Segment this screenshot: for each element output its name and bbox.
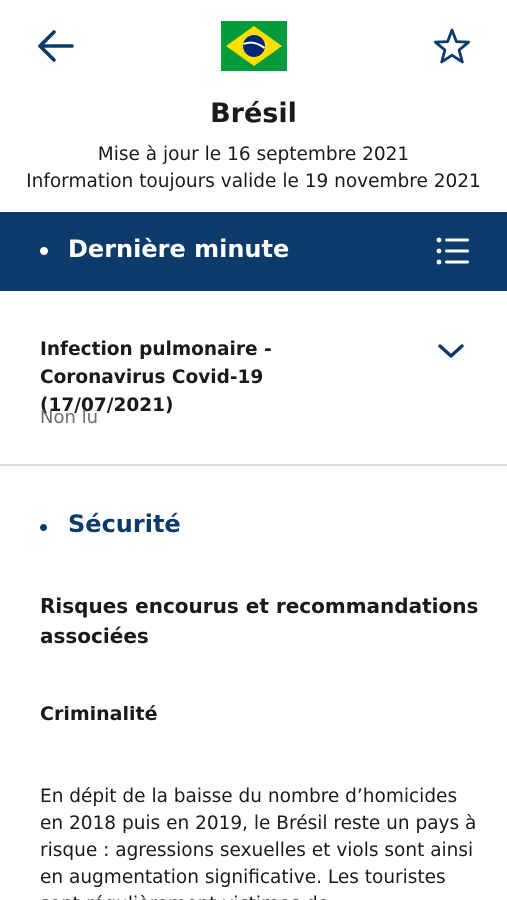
star-outline-icon [434,28,470,64]
update-date: Mise à jour le 16 septembre 2021 [97,144,410,165]
crime-paragraph: En dépit de la baisse du nombre d’homici… [40,786,477,900]
top-bar [0,0,507,100]
bullet-dot [40,247,48,255]
favorite-button[interactable] [428,22,476,70]
crime-heading: Criminalité [40,703,158,725]
latest-news-item[interactable]: Infection pulmonaire - Coronavirus Covid… [0,291,507,465]
country-title: Brésil [210,98,297,129]
last-minute-banner[interactable]: Dernière minute [0,212,507,291]
country-page: Brésil Mise à jour le 16 septembre 2021 … [0,0,507,900]
brazil-flag-icon [221,21,287,71]
arrow-left-icon [38,30,74,62]
banner-title: Dernière minute [68,235,290,263]
risks-subheading: Risques encourus et recommandations asso… [40,594,479,648]
chevron-down-icon[interactable] [436,341,466,361]
list-menu-icon[interactable] [436,236,470,266]
validity-date: Information toujours valide le 19 novemb… [26,171,481,192]
back-button[interactable] [32,24,80,68]
bullet-dot [40,524,47,531]
divider [0,464,507,466]
security-section-title: Sécurité [68,510,181,538]
read-status: Non lu [40,407,99,428]
